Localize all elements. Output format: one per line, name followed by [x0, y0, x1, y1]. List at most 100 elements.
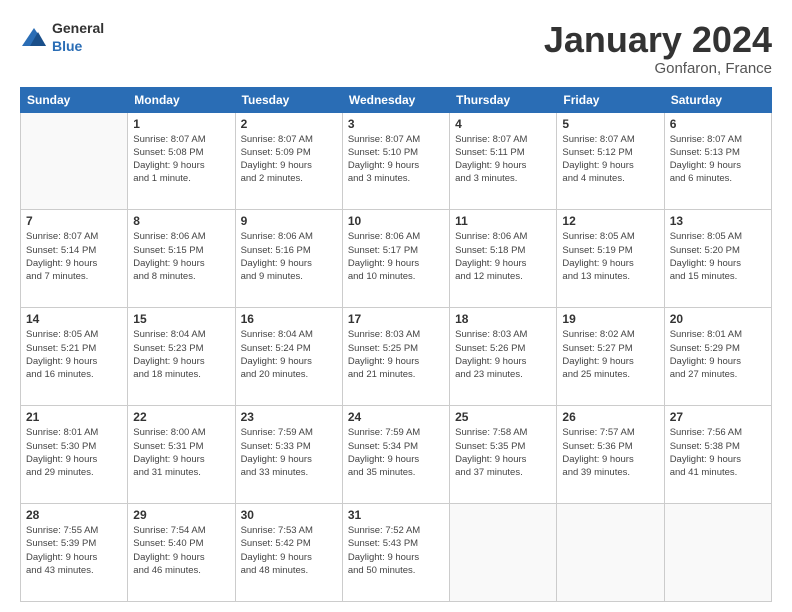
day-number: 26 [562, 410, 658, 424]
day-cell: 26 Sunrise: 7:57 AMSunset: 5:36 PMDayligh… [557, 406, 664, 504]
day-number: 5 [562, 117, 658, 131]
day-info: Sunrise: 8:05 AMSunset: 5:20 PMDaylight:… [670, 230, 766, 283]
week-row-1: 1Sunrise: 8:07 AMSunset: 5:08 PMDaylight… [21, 112, 772, 210]
day-number: 23 [241, 410, 337, 424]
day-cell: 9 Sunrise: 8:06 AMSunset: 5:16 PMDaylight… [235, 210, 342, 308]
day-cell: 21 Sunrise: 8:01 AMSunset: 5:30 PMDayligh… [21, 406, 128, 504]
day-cell: 3Sunrise: 8:07 AMSunset: 5:10 PMDaylight… [342, 112, 449, 210]
day-cell: 16Sunrise: 8:04 AMSunset: 5:24 PMDayligh… [235, 308, 342, 406]
day-number: 28 [26, 508, 122, 522]
day-number: 17 [348, 312, 444, 326]
day-cell: 8Sunrise: 8:06 AMSunset: 5:15 PMDaylight… [128, 210, 235, 308]
col-header-friday: Friday [557, 87, 664, 112]
day-info: Sunrise: 7:58 AMSunset: 5:35 PMDaylight:… [455, 426, 551, 479]
day-info: Sunrise: 7:59 AMSunset: 5:33 PMDaylight:… [241, 426, 337, 479]
col-header-sunday: Sunday [21, 87, 128, 112]
day-info: Sunrise: 8:06 AMSunset: 5:16 PMDaylight:… [241, 230, 337, 283]
day-cell [21, 112, 128, 210]
day-number: 31 [348, 508, 444, 522]
day-info: Sunrise: 8:03 AMSunset: 5:25 PMDaylight:… [348, 328, 444, 381]
col-header-tuesday: Tuesday [235, 87, 342, 112]
location: Gonfaron, France [544, 60, 772, 77]
day-cell: 4 Sunrise: 8:07 AMSunset: 5:11 PMDaylight… [450, 112, 557, 210]
day-cell [557, 504, 664, 602]
day-number: 19 [562, 312, 658, 326]
day-info: Sunrise: 7:52 AMSunset: 5:43 PMDaylight:… [348, 524, 444, 577]
day-cell: 15 Sunrise: 8:04 AMSunset: 5:23 PMDayligh… [128, 308, 235, 406]
day-number: 12 [562, 214, 658, 228]
day-info: Sunrise: 7:59 AMSunset: 5:34 PMDaylight:… [348, 426, 444, 479]
day-number: 18 [455, 312, 551, 326]
day-number: 14 [26, 312, 122, 326]
day-number: 2 [241, 117, 337, 131]
logo: General Blue [20, 20, 104, 56]
week-row-3: 14 Sunrise: 8:05 AMSunset: 5:21 PMDayligh… [21, 308, 772, 406]
day-info: Sunrise: 8:07 AMSunset: 5:10 PMDaylight:… [348, 133, 444, 186]
day-info: Sunrise: 8:04 AMSunset: 5:23 PMDaylight:… [133, 328, 229, 381]
day-info: Sunrise: 8:05 AMSunset: 5:21 PMDaylight:… [26, 328, 122, 381]
day-number: 7 [26, 214, 122, 228]
day-number: 15 [133, 312, 229, 326]
day-number: 9 [241, 214, 337, 228]
day-info: Sunrise: 8:01 AMSunset: 5:29 PMDaylight:… [670, 328, 766, 381]
day-number: 21 [26, 410, 122, 424]
day-cell: 6 Sunrise: 8:07 AMSunset: 5:13 PMDaylight… [664, 112, 771, 210]
day-cell: 19 Sunrise: 8:02 AMSunset: 5:27 PMDayligh… [557, 308, 664, 406]
day-info: Sunrise: 8:06 AMSunset: 5:18 PMDaylight:… [455, 230, 551, 283]
day-cell: 7 Sunrise: 8:07 AMSunset: 5:14 PMDaylight… [21, 210, 128, 308]
logo-blue: Blue [52, 38, 82, 54]
day-cell: 1Sunrise: 8:07 AMSunset: 5:08 PMDaylight… [128, 112, 235, 210]
day-number: 11 [455, 214, 551, 228]
day-info: Sunrise: 7:56 AMSunset: 5:38 PMDaylight:… [670, 426, 766, 479]
day-cell: 24 Sunrise: 7:59 AMSunset: 5:34 PMDayligh… [342, 406, 449, 504]
day-info: Sunrise: 8:06 AMSunset: 5:15 PMDaylight:… [133, 230, 229, 283]
day-info: Sunrise: 8:01 AMSunset: 5:30 PMDaylight:… [26, 426, 122, 479]
col-header-thursday: Thursday [450, 87, 557, 112]
week-row-4: 21 Sunrise: 8:01 AMSunset: 5:30 PMDayligh… [21, 406, 772, 504]
day-info: Sunrise: 8:05 AMSunset: 5:19 PMDaylight:… [562, 230, 658, 283]
calendar: SundayMondayTuesdayWednesdayThursdayFrid… [20, 87, 772, 602]
day-cell: 31 Sunrise: 7:52 AMSunset: 5:43 PMDayligh… [342, 504, 449, 602]
day-info: Sunrise: 8:00 AMSunset: 5:31 PMDaylight:… [133, 426, 229, 479]
day-info: Sunrise: 8:06 AMSunset: 5:17 PMDaylight:… [348, 230, 444, 283]
day-number: 10 [348, 214, 444, 228]
day-cell: 11 Sunrise: 8:06 AMSunset: 5:18 PMDayligh… [450, 210, 557, 308]
day-number: 29 [133, 508, 229, 522]
day-info: Sunrise: 7:57 AMSunset: 5:36 PMDaylight:… [562, 426, 658, 479]
day-cell: 29Sunrise: 7:54 AMSunset: 5:40 PMDayligh… [128, 504, 235, 602]
day-cell: 2 Sunrise: 8:07 AMSunset: 5:09 PMDaylight… [235, 112, 342, 210]
day-info: Sunrise: 8:07 AMSunset: 5:11 PMDaylight:… [455, 133, 551, 186]
day-number: 30 [241, 508, 337, 522]
day-cell: 20 Sunrise: 8:01 AMSunset: 5:29 PMDayligh… [664, 308, 771, 406]
day-number: 24 [348, 410, 444, 424]
logo-general: General [52, 20, 104, 36]
week-row-5: 28 Sunrise: 7:55 AMSunset: 5:39 PMDayligh… [21, 504, 772, 602]
logo-icon [20, 26, 48, 50]
day-number: 22 [133, 410, 229, 424]
day-cell: 12 Sunrise: 8:05 AMSunset: 5:19 PMDayligh… [557, 210, 664, 308]
day-info: Sunrise: 7:55 AMSunset: 5:39 PMDaylight:… [26, 524, 122, 577]
day-info: Sunrise: 8:02 AMSunset: 5:27 PMDaylight:… [562, 328, 658, 381]
month-title: January 2024 [544, 20, 772, 60]
day-number: 6 [670, 117, 766, 131]
day-number: 27 [670, 410, 766, 424]
day-number: 20 [670, 312, 766, 326]
page: General Blue January 2024 Gonfaron, Fran… [0, 0, 792, 612]
day-cell: 14 Sunrise: 8:05 AMSunset: 5:21 PMDayligh… [21, 308, 128, 406]
col-header-saturday: Saturday [664, 87, 771, 112]
day-info: Sunrise: 8:07 AMSunset: 5:13 PMDaylight:… [670, 133, 766, 186]
logo-text: General Blue [52, 20, 104, 56]
day-cell: 10 Sunrise: 8:06 AMSunset: 5:17 PMDayligh… [342, 210, 449, 308]
day-cell: 13Sunrise: 8:05 AMSunset: 5:20 PMDayligh… [664, 210, 771, 308]
day-info: Sunrise: 7:53 AMSunset: 5:42 PMDaylight:… [241, 524, 337, 577]
day-cell: 23 Sunrise: 7:59 AMSunset: 5:33 PMDayligh… [235, 406, 342, 504]
day-number: 4 [455, 117, 551, 131]
day-info: Sunrise: 8:04 AMSunset: 5:24 PMDaylight:… [241, 328, 337, 381]
day-number: 1 [133, 117, 229, 131]
day-cell: 25Sunrise: 7:58 AMSunset: 5:35 PMDayligh… [450, 406, 557, 504]
day-info: Sunrise: 8:03 AMSunset: 5:26 PMDaylight:… [455, 328, 551, 381]
day-info: Sunrise: 8:07 AMSunset: 5:14 PMDaylight:… [26, 230, 122, 283]
day-info: Sunrise: 8:07 AMSunset: 5:09 PMDaylight:… [241, 133, 337, 186]
day-cell: 30 Sunrise: 7:53 AMSunset: 5:42 PMDayligh… [235, 504, 342, 602]
day-cell: 17 Sunrise: 8:03 AMSunset: 5:25 PMDayligh… [342, 308, 449, 406]
